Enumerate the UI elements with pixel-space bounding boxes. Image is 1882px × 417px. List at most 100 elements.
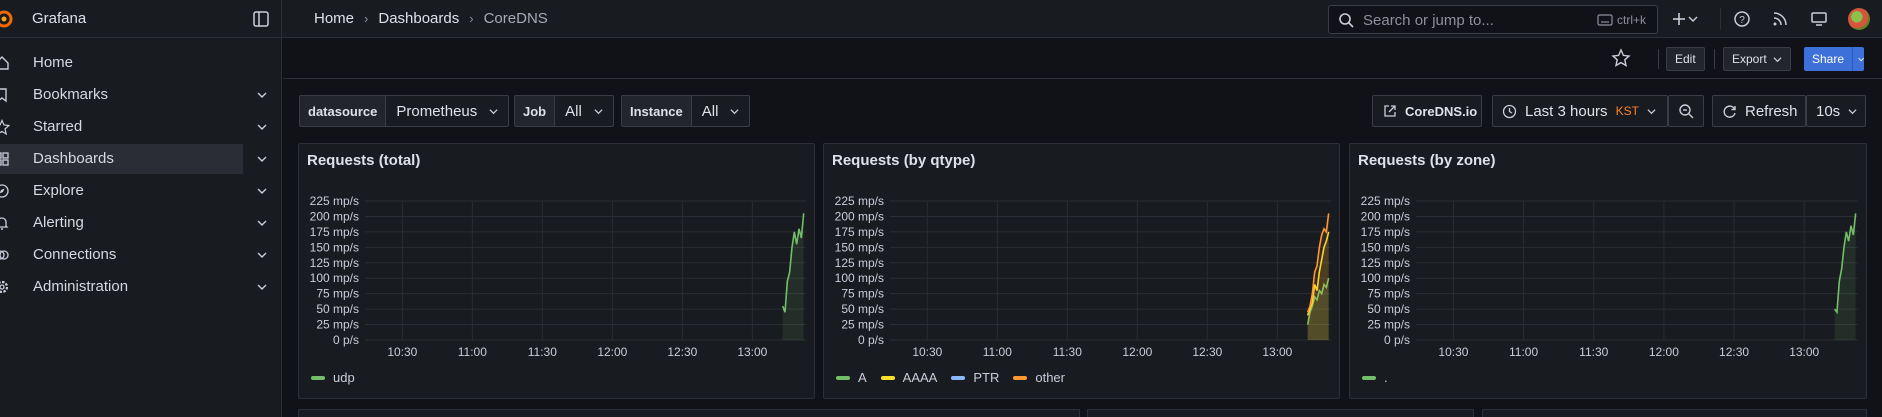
panel-requests-by-qtype[interactable]: Requests (by qtype) 225 mp/s 200 mp/s 175 … xyxy=(823,143,1340,399)
legend-swatch xyxy=(951,375,966,380)
y-tick-label: 175 mp/s xyxy=(1361,225,1410,239)
chevron-down-icon[interactable] xyxy=(256,281,268,293)
legend-swatch xyxy=(836,375,850,380)
legend-item[interactable]: udp xyxy=(311,370,355,385)
export-button[interactable]: Export xyxy=(1723,47,1791,71)
y-tick-label: 150 mp/s xyxy=(1361,240,1410,254)
sidebar-item-connections[interactable]: Connections xyxy=(0,240,282,270)
y-tick-label: 225 mp/s xyxy=(310,194,359,208)
chevron-down-icon[interactable] xyxy=(256,121,268,133)
svg-text:?: ? xyxy=(1739,15,1745,26)
datasource-select[interactable]: Prometheus xyxy=(386,96,508,126)
search-shortcut: ctrl+k xyxy=(1617,13,1647,27)
legend-label: udp xyxy=(333,370,355,385)
variable-job: Job All xyxy=(514,95,614,127)
legend-label: A xyxy=(858,370,867,385)
help-icon[interactable]: ? xyxy=(1733,10,1751,28)
sidebar-item-dashboards[interactable]: Dashboards xyxy=(0,144,243,174)
chevron-down-icon[interactable] xyxy=(256,185,268,197)
chevron-down-icon[interactable] xyxy=(1688,10,1698,28)
chevron-down-icon xyxy=(1647,108,1656,114)
legend-item[interactable]: AAAA xyxy=(880,370,937,385)
panel-requests-by-zone[interactable]: Requests (by zone) 225 mp/s 200 mp/s 175 m… xyxy=(1349,143,1867,399)
refresh-icon xyxy=(1723,104,1736,118)
panel-requests-total[interactable]: Requests (total) 225 mp/s 200 mp/s 175 mp/… xyxy=(298,143,815,399)
x-tick-label: 12:30 xyxy=(1719,345,1749,359)
legend-item[interactable]: . xyxy=(1362,370,1388,385)
keyboard-icon xyxy=(1597,14,1613,26)
x-tick-label: 11:30 xyxy=(1053,345,1082,359)
chevron-down-icon[interactable] xyxy=(1858,55,1864,64)
brand-area: Grafana xyxy=(0,0,282,38)
x-tick-label: 12:00 xyxy=(597,345,627,359)
search-input[interactable]: Search or jump to... ctrl+k xyxy=(1328,5,1658,34)
x-tick-label: 11:30 xyxy=(1579,345,1608,359)
y-tick-label: 125 mp/s xyxy=(835,256,884,270)
home-icon xyxy=(0,56,9,70)
y-tick-label: 0 p/s xyxy=(333,333,359,347)
job-select[interactable]: All xyxy=(555,96,613,126)
chevron-down-icon xyxy=(594,108,603,114)
news-feed-icon[interactable] xyxy=(1771,10,1789,28)
chevron-down-icon[interactable] xyxy=(256,249,268,261)
refresh-interval-picker[interactable]: 10s xyxy=(1806,95,1866,127)
share-button[interactable]: Share xyxy=(1804,47,1864,71)
external-link-icon xyxy=(1384,105,1396,117)
y-tick-label: 75 mp/s xyxy=(316,287,359,301)
y-tick-label: 225 mp/s xyxy=(1361,194,1410,208)
sidebar-item-bookmarks[interactable]: Bookmarks xyxy=(0,80,282,110)
star-icon xyxy=(0,119,10,135)
sidebar-item-home[interactable]: Home xyxy=(0,48,282,78)
kiosk-monitor-icon[interactable] xyxy=(1810,10,1828,28)
breadcrumb-separator-icon: › xyxy=(469,11,474,26)
export-button-label: Export xyxy=(1732,52,1767,66)
x-tick-label: 13:00 xyxy=(1789,345,1819,359)
mark-favorite-star-icon[interactable] xyxy=(1611,48,1631,68)
sidebar-item-starred[interactable]: Starred xyxy=(0,112,282,142)
chevron-down-icon[interactable] xyxy=(256,153,268,165)
breadcrumb-home[interactable]: Home xyxy=(314,10,354,27)
zoom-out-button[interactable] xyxy=(1668,95,1704,127)
breadcrumb-dashboards[interactable]: Dashboards xyxy=(378,10,459,27)
x-tick-label: 12:00 xyxy=(1649,345,1679,359)
y-tick-label: 175 mp/s xyxy=(835,225,884,239)
new-plus-icon[interactable] xyxy=(1670,10,1688,28)
breadcrumb-current: CoreDNS xyxy=(483,10,548,27)
time-range-label: Last 3 hours xyxy=(1525,102,1608,120)
legend-item[interactable]: other xyxy=(1013,370,1065,385)
dock-menu-icon[interactable] xyxy=(252,10,270,28)
sidebar-item-administration[interactable]: Administration xyxy=(0,272,282,302)
chevron-down-icon xyxy=(489,108,498,114)
chevron-down-icon[interactable] xyxy=(256,217,268,229)
grafana-logo-icon[interactable] xyxy=(0,9,14,29)
y-tick-label: 150 mp/s xyxy=(835,240,884,254)
legend-item[interactable]: A xyxy=(836,370,867,385)
link-label: CoreDNS.io xyxy=(1405,103,1478,119)
timezone-badge: KST xyxy=(1615,104,1639,118)
chevron-down-icon xyxy=(1773,56,1782,62)
chevron-down-icon[interactable] xyxy=(256,89,268,101)
variable-label: datasource xyxy=(300,96,387,126)
user-avatar[interactable] xyxy=(1848,8,1870,30)
chevron-down-icon xyxy=(730,108,739,114)
y-tick-label: 0 p/s xyxy=(1384,333,1410,347)
coredns-link-button[interactable]: CoreDNS.io xyxy=(1372,95,1482,127)
divider xyxy=(1658,49,1659,69)
sidebar-item-explore[interactable]: Explore xyxy=(0,176,282,206)
y-tick-label: 25 mp/s xyxy=(841,318,884,332)
y-tick-label: 175 mp/s xyxy=(310,225,359,239)
legend-swatch xyxy=(1013,375,1028,380)
refresh-button[interactable]: Refresh xyxy=(1712,95,1806,127)
y-tick-label: 100 mp/s xyxy=(1361,271,1410,285)
legend: . xyxy=(1362,370,1388,385)
legend-item[interactable]: PTR xyxy=(951,370,999,385)
sidebar-item-label: Home xyxy=(33,54,74,71)
sidebar-item-label: Administration xyxy=(33,278,129,295)
edit-button-label: Edit xyxy=(1675,52,1696,66)
y-tick-label: 75 mp/s xyxy=(841,287,884,301)
edit-button[interactable]: Edit xyxy=(1666,47,1705,71)
time-range-picker[interactable]: Last 3 hours KST xyxy=(1492,95,1668,127)
sidebar-item-alerting[interactable]: Alerting xyxy=(0,208,282,238)
refresh-interval-value: 10s xyxy=(1816,102,1841,120)
instance-select[interactable]: All xyxy=(692,96,750,126)
